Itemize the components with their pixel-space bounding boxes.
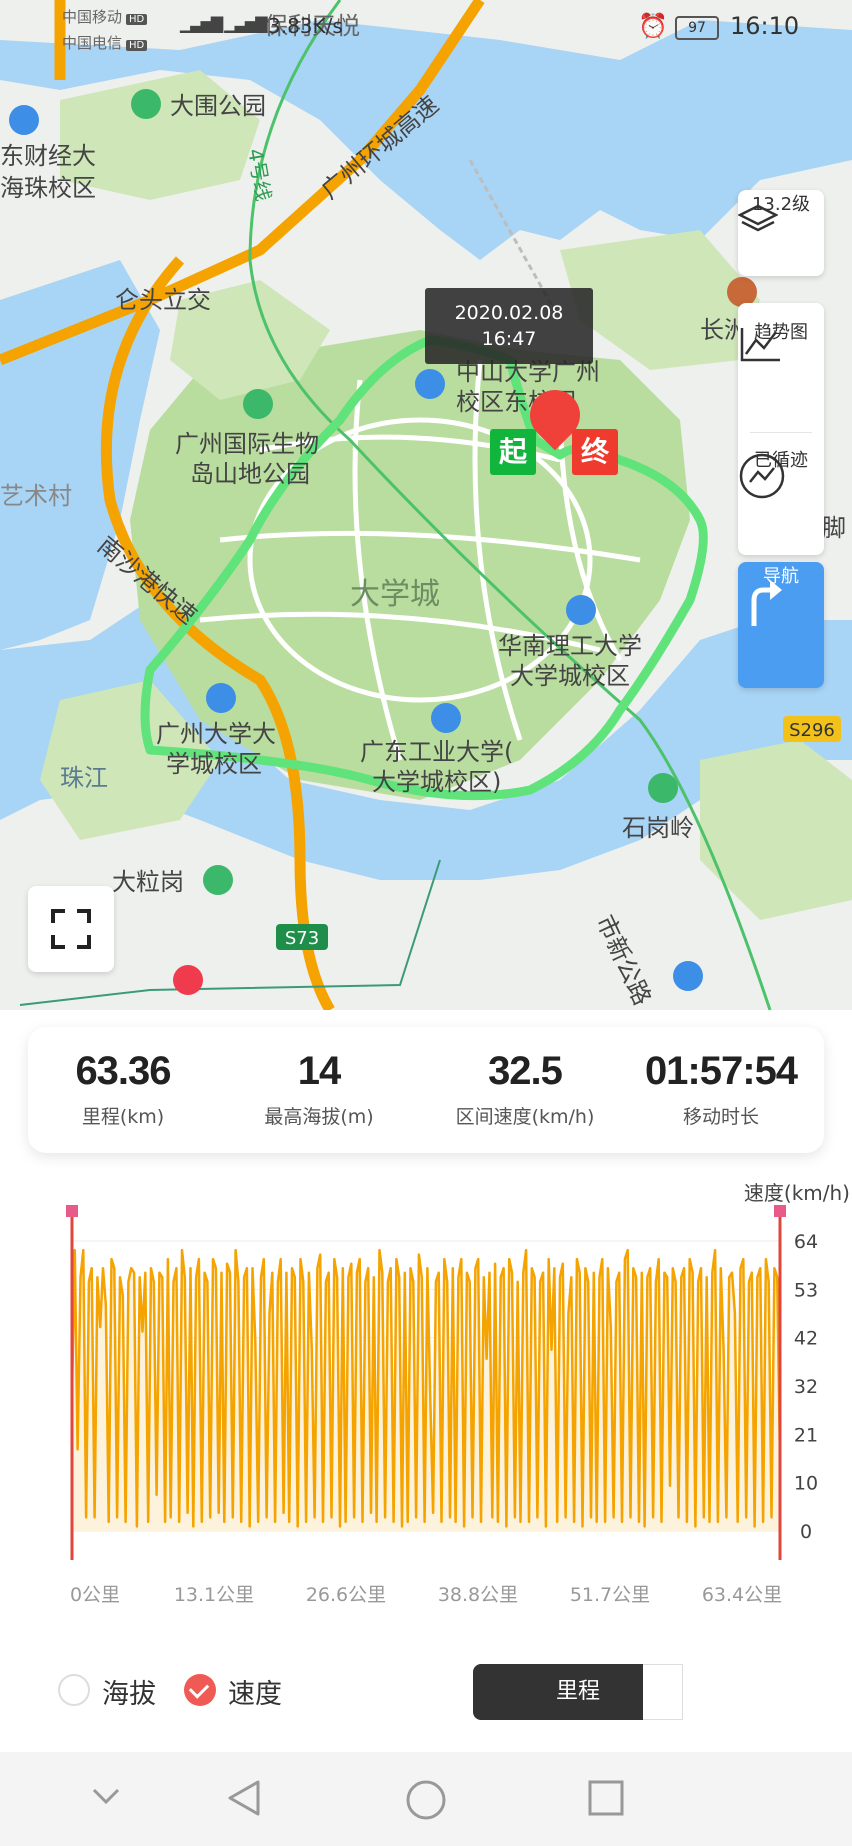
- speed-chart[interactable]: 速度(km/h) 64 53 42 32 21 10 0 0公里 13.1公里 26.6公里 38…: [0, 1175, 852, 1615]
- y-tick-label: 64: [794, 1231, 818, 1253]
- stat-max-altitude: 14 最高海拔(m): [224, 1049, 414, 1129]
- alarm-icon: ⏰: [638, 12, 668, 40]
- stat-value: 01:57:54: [644, 1049, 798, 1093]
- stat-distance: 63.36 里程(km): [28, 1049, 218, 1129]
- trend-chart-button[interactable]: 趋势图: [738, 318, 824, 418]
- stat-avg-speed: 32.5 区间速度(km/h): [430, 1049, 620, 1129]
- road-badge-s73: S73: [285, 928, 319, 949]
- y-tick-label: 42: [794, 1328, 818, 1350]
- map-label: 岛山地公园: [190, 460, 310, 488]
- y-tick-label: 10: [794, 1473, 818, 1495]
- collapse-icon[interactable]: [88, 1778, 124, 1814]
- x-tick-label: 51.7公里: [570, 1584, 650, 1606]
- battery-icon: 97: [675, 16, 719, 40]
- altitude-label[interactable]: 海拔: [102, 1672, 156, 1711]
- tooltip-date: 2020.02.08: [454, 302, 564, 324]
- signal-icon: ▁▃▅▇ ▁▃▅▇: [180, 14, 268, 33]
- x-axis-ticks: 0公里 13.1公里 26.6公里 38.8公里 51.7公里 63.4公里: [70, 1584, 782, 1606]
- map-label: 艺术村: [0, 482, 72, 510]
- carrier-1: 中国移动 HD: [62, 6, 148, 27]
- track-point-tooltip: 2020.02.08 16:47: [425, 288, 593, 364]
- layers-icon: [738, 204, 778, 232]
- back-icon[interactable]: [224, 1778, 264, 1818]
- x-tick-label: 38.8公里: [438, 1584, 518, 1606]
- stat-moving-time: 01:57:54 移动时长: [626, 1049, 816, 1129]
- x-tick-label: 63.4公里: [702, 1584, 782, 1606]
- loop-track-button[interactable]: 已循迹: [738, 446, 824, 546]
- range-start-knob[interactable]: [66, 1205, 78, 1217]
- map-label: 广州大学大: [156, 720, 276, 748]
- map-label: 海珠校区: [0, 174, 96, 202]
- stat-label: 里程(km): [81, 1106, 165, 1128]
- map-label: 学城校区: [166, 750, 262, 778]
- x-tick-label: 26.6公里: [306, 1584, 386, 1606]
- road-badge-s296: S296: [789, 720, 835, 741]
- speed-label[interactable]: 速度: [228, 1672, 282, 1711]
- map-label: 广东工业大学(: [360, 738, 513, 766]
- map-label: 石岗岭: [622, 814, 694, 842]
- home-icon[interactable]: [404, 1778, 448, 1822]
- map-label: 大粒岗: [112, 868, 184, 896]
- fullscreen-button[interactable]: [28, 886, 114, 972]
- trend-chart-icon: [740, 328, 780, 362]
- map-label: 广州国际生物: [175, 430, 319, 458]
- y-tick-label: 0: [800, 1521, 812, 1543]
- status-bar: 中国移动 HD 中国电信 HD ▁▃▅▇ ▁▃▅▇ 3.83K/s ⏰ 97 16:…: [0, 0, 852, 56]
- start-marker[interactable]: 起: [490, 429, 536, 475]
- chart-toggle-row: 海拔 速度 里程: [0, 1660, 852, 1720]
- range-end-knob[interactable]: [774, 1205, 786, 1217]
- x-tick-label: 13.1公里: [174, 1584, 254, 1606]
- fullscreen-icon: [51, 909, 91, 949]
- segment-time[interactable]: [643, 1664, 683, 1720]
- map-label: 大学城校区): [372, 768, 501, 796]
- stat-value: 14: [297, 1049, 342, 1093]
- y-axis-ticks: 64 53 42 32 21 10 0: [794, 1231, 818, 1543]
- map-label: 东财经大: [0, 142, 96, 170]
- stats-card: 63.36 里程(km) 14 最高海拔(m) 32.5 区间速度(km/h) …: [28, 1027, 824, 1153]
- carrier-2: 中国电信 HD: [62, 32, 148, 53]
- x-tick-label: 0公里: [70, 1584, 120, 1606]
- speed-radio[interactable]: [184, 1674, 216, 1706]
- end-marker[interactable]: 终: [572, 429, 618, 475]
- tooltip-time: 16:47: [481, 328, 537, 350]
- stat-label: 最高海拔(m): [264, 1106, 374, 1128]
- altitude-radio[interactable]: [58, 1674, 90, 1706]
- toolbar-divider: [750, 432, 812, 433]
- map-label: 脚: [822, 514, 846, 542]
- stat-value: 32.5: [488, 1049, 563, 1093]
- navigation-button[interactable]: 导航: [738, 562, 824, 688]
- y-axis-title: 速度(km/h): [744, 1181, 850, 1205]
- loop-track-icon: [739, 453, 785, 499]
- map-label: 仑头立交: [115, 286, 211, 314]
- recents-icon[interactable]: [586, 1778, 626, 1818]
- network-speed: 3.83K/s: [268, 14, 343, 38]
- system-nav-bar: [0, 1752, 852, 1846]
- map-label: 大学城: [350, 577, 440, 612]
- map-label: 大学城校区: [510, 662, 630, 690]
- layers-button[interactable]: 13.2级: [738, 190, 824, 276]
- turn-right-icon: [751, 580, 782, 626]
- map-label: 大围公园: [170, 92, 266, 120]
- stat-label: 区间速度(km/h): [455, 1106, 595, 1128]
- map-canvas[interactable]: S73 S296 大围公园 东财经大 海珠校区 广州环城高速 4号线 仑头立交 …: [0, 0, 852, 1010]
- y-tick-label: 53: [794, 1279, 818, 1301]
- y-tick-label: 21: [794, 1424, 818, 1446]
- clock-time: 16:10: [730, 12, 800, 40]
- map-label: 华南理工大学: [498, 632, 642, 660]
- y-tick-label: 32: [794, 1376, 818, 1398]
- stat-value: 63.36: [75, 1049, 171, 1093]
- map-label: 珠江: [60, 764, 108, 792]
- stat-label: 移动时长: [682, 1106, 759, 1128]
- map-view[interactable]: S73 S296 大围公园 东财经大 海珠校区 广州环城高速 4号线 仑头立交 …: [0, 0, 852, 1010]
